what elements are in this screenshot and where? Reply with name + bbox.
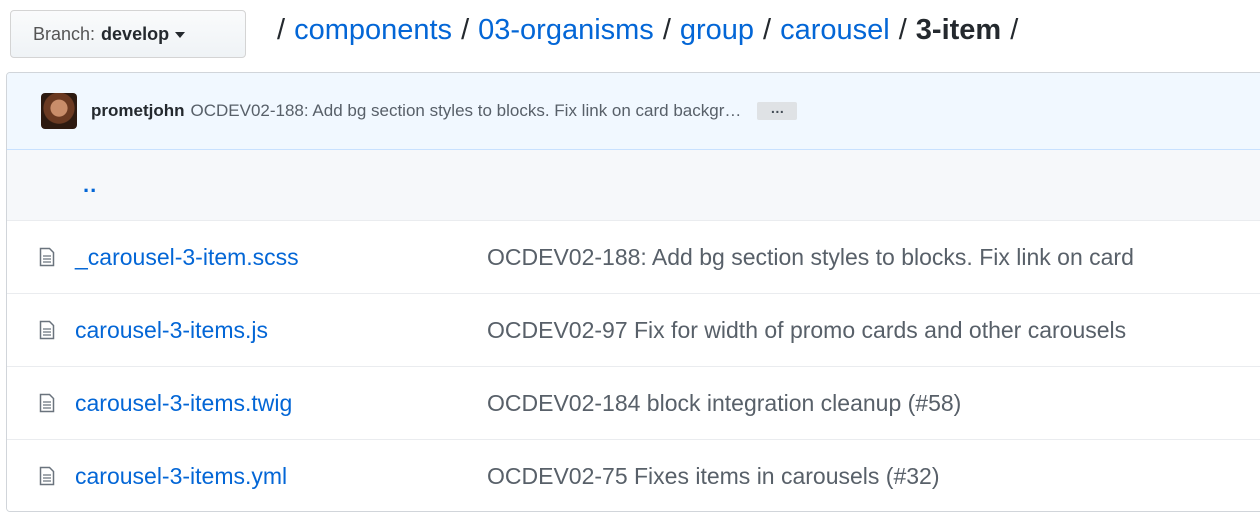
file-browser: prometjohn OCDEV02-188: Add bg section s… (6, 72, 1260, 512)
branch-select-button[interactable]: Branch: develop (10, 10, 246, 58)
file-commit-message[interactable]: OCDEV02-188: Add bg section styles to bl… (487, 244, 1134, 271)
breadcrumb-separator: / (898, 13, 907, 46)
branch-label: Branch: (33, 23, 96, 44)
file-link[interactable]: carousel-3-items.twig (75, 390, 487, 417)
parent-directory-link[interactable]: .. (83, 172, 97, 198)
breadcrumb-link-components[interactable]: components (294, 14, 452, 47)
file-row: carousel-3-items.yml OCDEV02-75 Fixes it… (7, 440, 1260, 511)
file-link[interactable]: carousel-3-items.js (75, 317, 487, 344)
breadcrumb-separator: / (662, 13, 671, 46)
caret-down-icon (175, 32, 186, 38)
file-commit-message[interactable]: OCDEV02-184 block integration cleanup (#… (487, 390, 961, 417)
file-link[interactable]: carousel-3-items.yml (75, 463, 487, 490)
breadcrumb-separator: / (277, 13, 286, 46)
file-icon (39, 466, 55, 486)
breadcrumb-link-carousel[interactable]: carousel (780, 14, 890, 47)
breadcrumb-current: 3-item (915, 13, 1002, 46)
breadcrumb-link-03-organisms[interactable]: 03-organisms (478, 14, 654, 47)
breadcrumb-link-group[interactable]: group (680, 14, 754, 47)
breadcrumb-separator: / (1010, 13, 1019, 46)
file-icon (39, 393, 55, 413)
file-link[interactable]: _carousel-3-item.scss (75, 244, 487, 271)
file-row: carousel-3-items.twig OCDEV02-184 block … (7, 367, 1260, 440)
avatar[interactable] (41, 93, 77, 129)
file-icon (39, 320, 55, 340)
commit-author[interactable]: prometjohn (91, 101, 185, 121)
parent-directory-row[interactable]: .. (7, 150, 1260, 221)
breadcrumb-separator: / (763, 13, 772, 46)
file-commit-message[interactable]: OCDEV02-97 Fix for width of promo cards … (487, 317, 1126, 344)
file-row: carousel-3-items.js OCDEV02-97 Fix for w… (7, 294, 1260, 367)
file-row: _carousel-3-item.scss OCDEV02-188: Add b… (7, 221, 1260, 294)
latest-commit-bar: prometjohn OCDEV02-188: Add bg section s… (7, 73, 1260, 150)
file-icon (39, 247, 55, 267)
branch-value: develop (101, 23, 170, 44)
commit-message[interactable]: OCDEV02-188: Add bg section styles to bl… (191, 101, 742, 121)
expand-commit-button[interactable]: … (757, 101, 798, 120)
breadcrumb-separator: / (461, 13, 470, 46)
breadcrumb: / components / 03-organisms / group / ca… (268, 12, 1027, 48)
file-commit-message[interactable]: OCDEV02-75 Fixes items in carousels (#32… (487, 463, 940, 490)
